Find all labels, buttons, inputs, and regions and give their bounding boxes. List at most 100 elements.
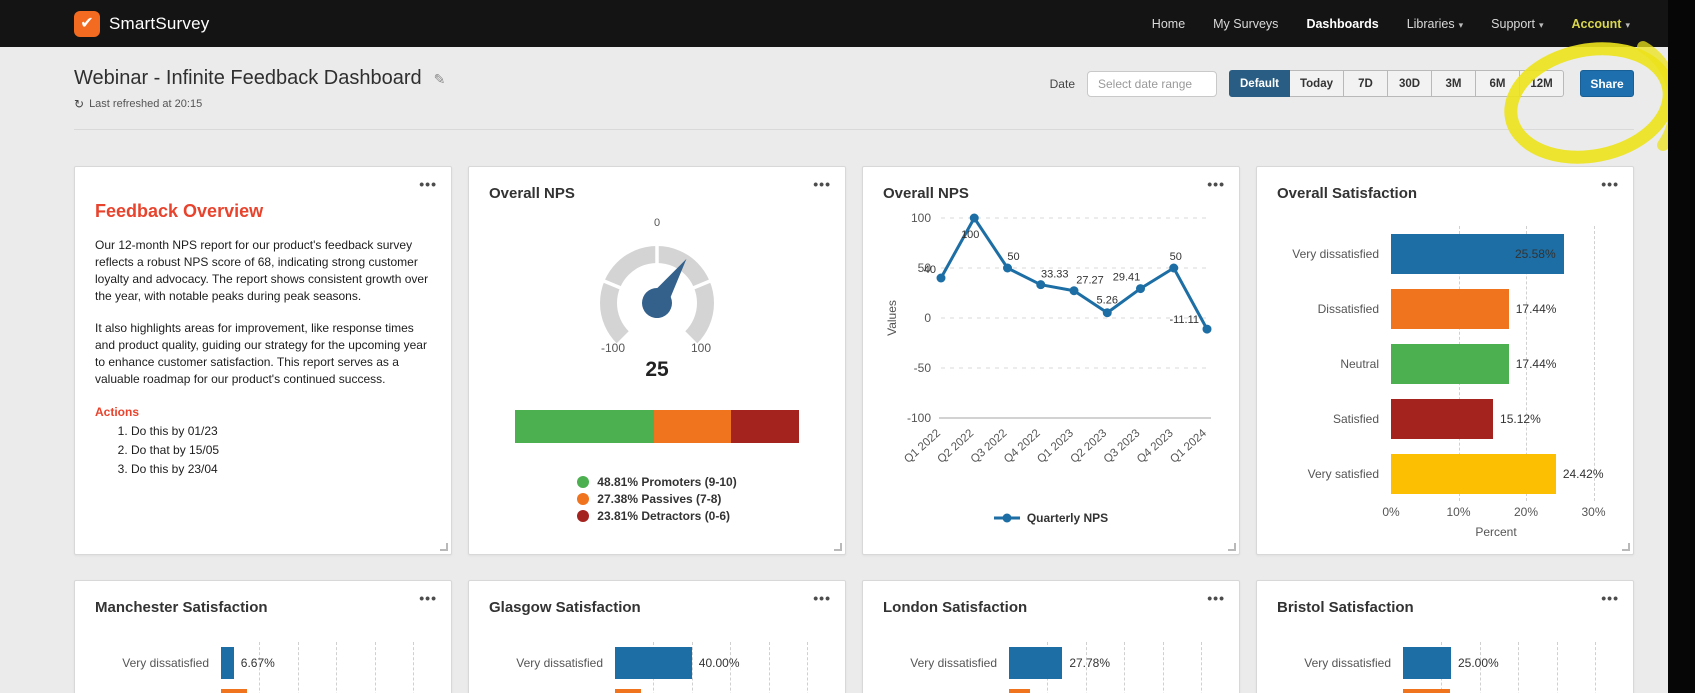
range-button-12m[interactable]: 12M (1520, 70, 1564, 97)
resize-handle[interactable] (834, 543, 842, 551)
value-label: 17.44% (1515, 356, 1557, 371)
edit-title-icon[interactable] (434, 71, 446, 87)
widget-title: Bristol Satisfaction (1277, 599, 1414, 616)
page-title: Webinar - Infinite Feedback Dashboard (74, 67, 422, 89)
actions-list: Do this by 01/23 Do that by 15/05 Do this … (95, 424, 431, 476)
resize-handle[interactable] (1622, 543, 1630, 551)
bar-row (95, 684, 431, 693)
widget-menu-icon[interactable] (1601, 177, 1619, 191)
svg-text:-11.11: -11.11 (1169, 314, 1199, 326)
svg-text:Values: Values (885, 300, 899, 336)
bar-row: Neutral 17.44% (1277, 336, 1613, 391)
value-label: 17.44% (1515, 301, 1557, 316)
legend-row: 27.38% Passives (7-8) (577, 492, 736, 506)
widget-overall-satisfaction: Overall Satisfaction Very dissatisfied 25… (1256, 166, 1634, 555)
widget-menu-icon[interactable] (419, 591, 437, 605)
legend-label: 23.81% Detractors (0-6) (597, 509, 731, 523)
svg-text:Q3 2022: Q3 2022 (969, 427, 1010, 465)
bar (1391, 453, 1556, 494)
widget-menu-icon[interactable] (419, 177, 437, 191)
bar (1391, 343, 1509, 384)
svg-text:100: 100 (691, 341, 711, 355)
range-button-default[interactable]: Default (1229, 70, 1290, 97)
nav-item-my-surveys[interactable]: My Surveys (1213, 17, 1278, 31)
widget-title: Glasgow Satisfaction (489, 599, 641, 616)
widget-manchester-satisfaction: Manchester Satisfaction Very dissatisfie… (74, 580, 452, 693)
nps-legend: 48.81% Promoters (9-10) 27.38% Passives (… (577, 475, 737, 523)
resize-handle[interactable] (440, 543, 448, 551)
axis-tick-label: 10% (1446, 505, 1471, 519)
overview-paragraph: It also highlights areas for improvement… (95, 321, 427, 387)
screen-edge-black-strip (1668, 0, 1695, 693)
svg-text:-100: -100 (601, 341, 625, 355)
action-item: Do this by 01/23 (131, 424, 431, 438)
last-refreshed-text: Last refreshed at 20:15 (89, 98, 203, 110)
bar-row (489, 684, 825, 693)
svg-text:Q1 2022: Q1 2022 (902, 427, 943, 465)
axis-tick-label: 20% (1513, 505, 1539, 519)
share-button[interactable]: Share (1580, 70, 1634, 97)
bar-row: Very dissatisfied 25.58% (1277, 226, 1613, 281)
nav-item-home[interactable]: Home (1152, 17, 1185, 31)
bar-row: Satisfied 15.12% (1277, 391, 1613, 446)
category-label: Very satisfied (1307, 466, 1379, 481)
london-satisfaction-chart: Very dissatisfied 27.78% (883, 642, 1219, 693)
bar-row: Very satisfied 24.42% (1277, 446, 1613, 501)
range-button-3m[interactable]: 3M (1432, 70, 1476, 97)
widget-overall-nps-trend: Overall NPS 100500-50-100ValuesQ1 2022Q2… (862, 166, 1240, 555)
nav-item-support[interactable]: Support ▾ (1491, 17, 1543, 31)
overview-paragraph: Our 12-month NPS report for our product'… (95, 238, 429, 304)
axis-tick-label: 0% (1382, 505, 1400, 519)
widget-menu-icon[interactable] (1207, 591, 1225, 605)
range-button-30d[interactable]: 30D (1388, 70, 1432, 97)
category-label: Very dissatisfied (910, 656, 997, 670)
bar (1403, 647, 1451, 679)
bar (1403, 689, 1451, 693)
bristol-satisfaction-chart: Very dissatisfied 25.00% (1277, 642, 1613, 693)
svg-text:100: 100 (961, 229, 979, 241)
widget-menu-icon[interactable] (1207, 177, 1225, 191)
svg-text:0: 0 (654, 217, 660, 229)
action-item: Do this by 23/04 (131, 462, 431, 476)
manchester-satisfaction-chart: Very dissatisfied 6.67% (95, 642, 431, 693)
widget-title: London Satisfaction (883, 599, 1028, 616)
bar-row: Very dissatisfied 40.00% (489, 642, 825, 684)
value-label: 6.67% (240, 656, 275, 670)
smartsurvey-logo[interactable]: SmartSurvey (74, 10, 209, 37)
range-button-6m[interactable]: 6M (1476, 70, 1520, 97)
category-label: Very dissatisfied (1292, 246, 1379, 261)
action-item: Do that by 15/05 (131, 443, 431, 457)
widget-bristol-satisfaction: Bristol Satisfaction Very dissatisfied 25… (1256, 580, 1634, 693)
bar-row: Dissatisfied 17.44% (1277, 281, 1613, 336)
widget-menu-icon[interactable] (813, 177, 831, 191)
nav-item-dashboards[interactable]: Dashboards (1306, 17, 1378, 31)
widget-title: Overall Satisfaction (1277, 185, 1418, 202)
bar (615, 647, 692, 679)
bar (1009, 689, 1031, 693)
range-button-7d[interactable]: 7D (1344, 70, 1388, 97)
nps-stack-segment (515, 410, 654, 443)
category-label: Very dissatisfied (122, 656, 209, 670)
smartsurvey-check-icon (74, 10, 100, 37)
nav-item-libraries[interactable]: Libraries ▾ (1407, 17, 1463, 31)
widget-menu-icon[interactable] (813, 591, 831, 605)
nav-item-account[interactable]: Account ▾ (1571, 17, 1630, 31)
bar (1009, 647, 1063, 679)
svg-text:27.27: 27.27 (1076, 275, 1104, 287)
nps-gauge: 0 -100 100 (599, 217, 715, 355)
legend-dot-icon (577, 476, 590, 488)
bar (1391, 398, 1494, 439)
resize-handle[interactable] (1228, 543, 1236, 551)
legend-line-marker-icon (993, 513, 1020, 523)
category-label: Satisfied (1332, 411, 1379, 426)
value-label: 24.42% (1562, 466, 1604, 481)
svg-text:Q2 2022: Q2 2022 (935, 427, 976, 465)
bar (615, 689, 641, 693)
widget-menu-icon[interactable] (1601, 591, 1619, 605)
category-label: Dissatisfied (1317, 301, 1379, 316)
range-button-today[interactable]: Today (1289, 70, 1344, 97)
value-label: 25.00% (1458, 656, 1499, 670)
quarterly-nps-chart: 100 50 0 -50 -100 Values Q1 2022 Q2 2022 Q3 2022… (883, 202, 1219, 509)
refresh-icon[interactable] (74, 97, 84, 111)
date-range-input[interactable] (1087, 70, 1217, 97)
